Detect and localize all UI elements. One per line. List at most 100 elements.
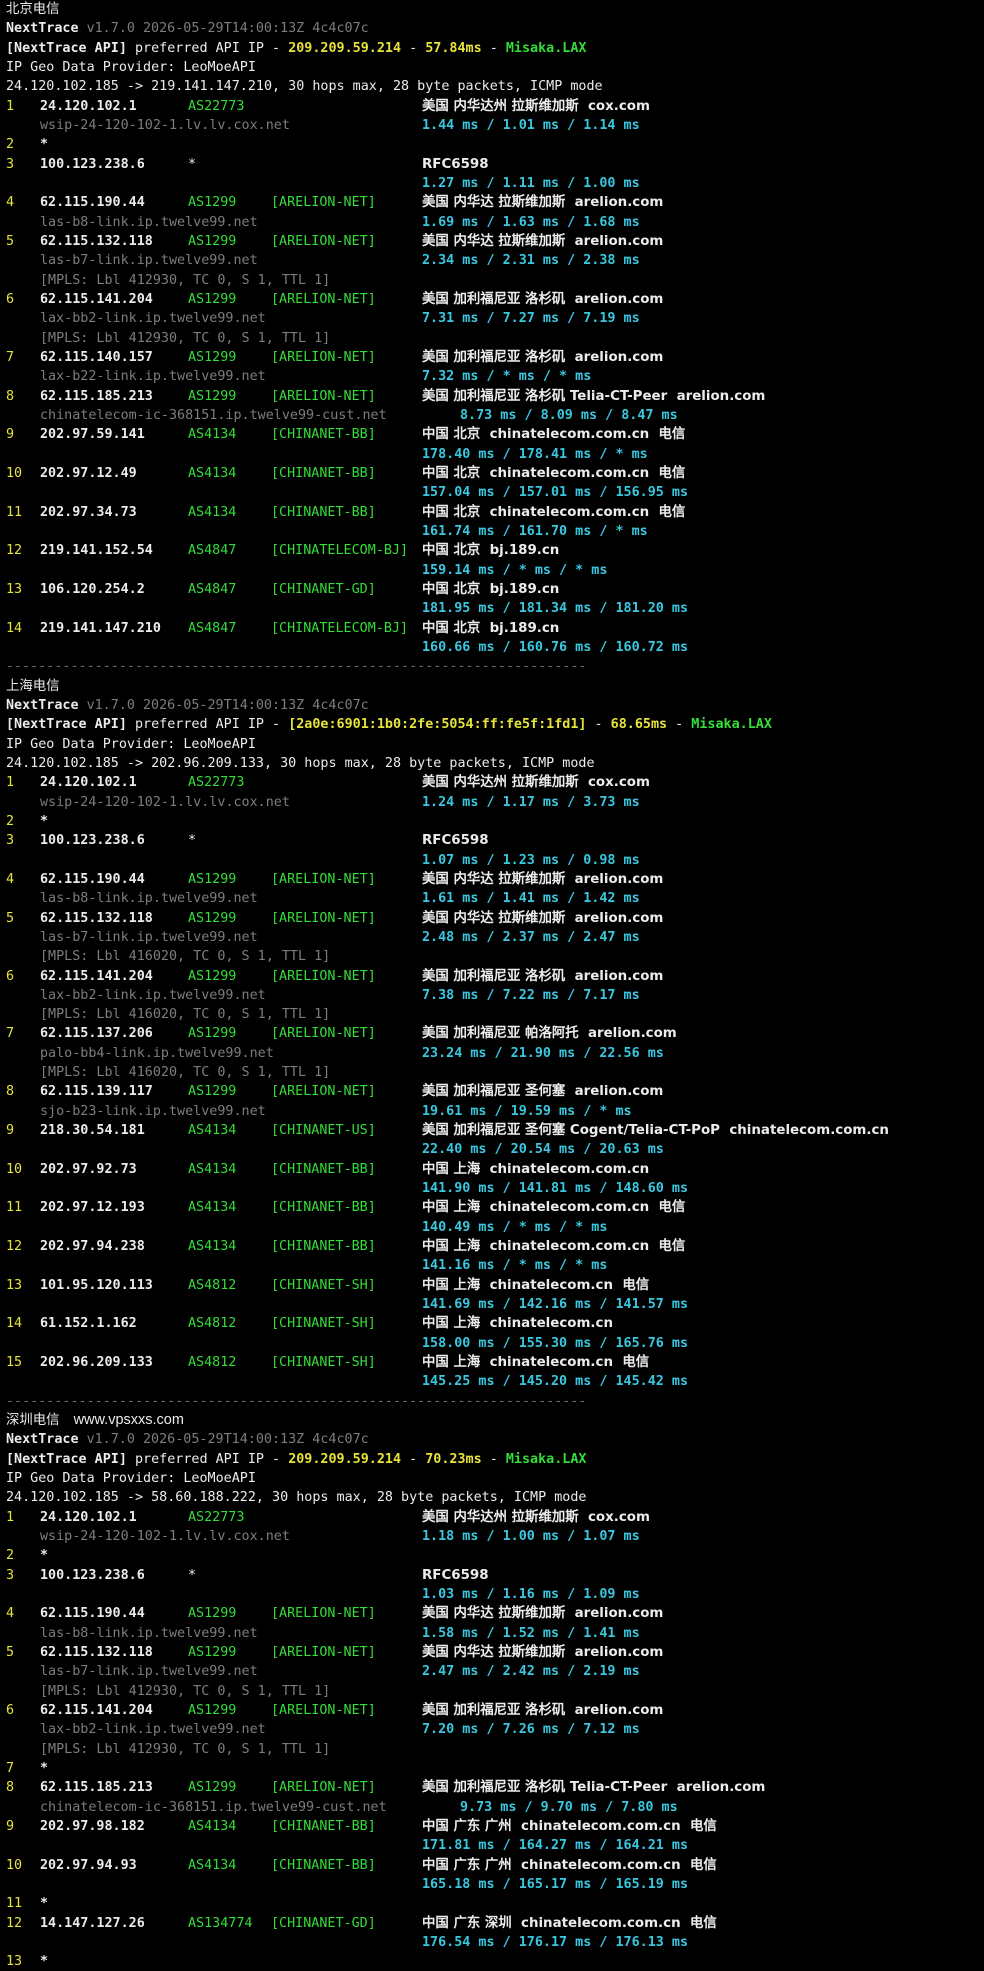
hop-ip: 202.97.59.141	[40, 427, 145, 443]
hop-asn: AS4134	[188, 465, 237, 481]
hop-geo: 中国 北京 chinatelecom.com.cn 电信	[422, 504, 686, 520]
hop-geo: 中国 北京 bj.189.cn	[422, 581, 560, 597]
hop-asn: AS1299	[188, 349, 237, 365]
hop-geo: 中国 上海 chinatelecom.com.cn	[422, 1161, 650, 1177]
hop-asn: AS4847	[188, 543, 237, 559]
hop-latency: 140.49 ms / * ms / * ms	[422, 1219, 608, 1235]
hop-number: 1	[6, 1509, 15, 1525]
hop-asn: AS1299	[188, 968, 237, 984]
hop-number: 10	[6, 1161, 23, 1177]
hop-latency: 171.81 ms / 164.27 ms / 164.21 ms	[422, 1838, 689, 1854]
api-line: [NextTrace API] preferred API IP - 209.2…	[6, 39, 587, 58]
api-label: [NextTrace API]	[6, 717, 127, 733]
hop-latency: 1.58 ms / 1.52 ms / 1.41 ms	[422, 1625, 640, 1641]
hop-domain: arelion.com	[574, 233, 664, 249]
version-info: v1.7.0 2026-05-29T14:00:13Z 4c4c07c	[86, 21, 369, 37]
hop-ip: 100.123.238.6	[40, 833, 145, 849]
hop-tag: [CHINANET-BB]	[271, 504, 376, 520]
separator: ----------------------------------------…	[6, 659, 587, 675]
hop-tag: [ARELION-NET]	[271, 388, 376, 404]
hop-geo: 中国 上海 chinatelecom.cn 电信	[422, 1355, 650, 1371]
hop-geo: 中国 上海 chinatelecom.cn	[422, 1316, 613, 1332]
api-line: [NextTrace API] preferred API IP - [2a0e…	[6, 715, 772, 734]
hop-number: 9	[6, 1819, 15, 1835]
hop-tag: [CHINANET-BB]	[271, 1819, 376, 1835]
hop-hostname: wsip-24-120-102-1.lv.lv.cox.net	[40, 117, 290, 133]
hop-number: 8	[6, 1084, 15, 1100]
hop-domain: chinatelecom.com.cn	[489, 427, 650, 443]
hop-ip: 100.123.238.6	[40, 156, 145, 172]
hop-ip: *	[40, 1896, 49, 1912]
hop-geo: 中国 北京 chinatelecom.com.cn 电信	[422, 427, 686, 443]
hop-ip: 24.120.102.1	[40, 98, 137, 114]
hop-tag: [ARELION-NET]	[271, 1780, 376, 1796]
hop-ip: *	[40, 137, 49, 153]
hop-ip: 219.141.147.210	[40, 620, 161, 636]
hop-tag: [CHINANET-BB]	[271, 1200, 376, 1216]
hop-ip: 62.115.190.44	[40, 195, 145, 211]
hop-domain: bj.189.cn	[489, 620, 560, 636]
hop-hostname: las-b8-link.ip.twelve99.net	[40, 214, 258, 230]
hop-latency: 159.14 ms / * ms / * ms	[422, 562, 608, 578]
hop-domain: chinatelecom.com.cn	[521, 1915, 681, 1931]
hop-geo: 美国 内华达州 拉斯维加斯 cox.com	[422, 1509, 650, 1525]
hop-domain: arelion.com	[574, 291, 664, 307]
hop-latency: 7.20 ms / 7.26 ms / 7.12 ms	[422, 1722, 640, 1738]
hop-mpls: [MPLS: Lbl 412930, TC 0, S 1, TTL 1]	[40, 272, 331, 288]
hop-ip: 202.97.98.182	[40, 1819, 145, 1835]
hop-latency: 23.24 ms / 21.90 ms / 22.56 ms	[422, 1045, 664, 1061]
hop-domain: chinatelecom.com.cn	[489, 465, 650, 481]
hop-number: 2	[6, 813, 15, 829]
hop-asn: AS22773	[188, 98, 245, 114]
hop-number: 14	[6, 620, 23, 636]
api-label: [NextTrace API]	[6, 40, 127, 56]
separator-line: ----------------------------------------…	[6, 1392, 586, 1411]
hop-mpls: [MPLS: Lbl 412930, TC 0, S 1, TTL 1]	[40, 1683, 331, 1699]
hop-geo: 美国 内华达 拉斯维加斯 arelion.com	[422, 233, 664, 249]
hop-number: 3	[6, 156, 15, 172]
hop-ip: 62.115.190.44	[40, 871, 145, 887]
hop-ip: 106.120.254.2	[40, 581, 145, 597]
hop-geo: 中国 上海 chinatelecom.com.cn 电信	[422, 1239, 686, 1255]
hop-hostname: las-b7-link.ip.twelve99.net	[40, 929, 258, 945]
section-title: 上海电信	[6, 677, 60, 696]
geo-label: IP Geo Data Provider:	[6, 1471, 184, 1487]
hop-domain: chinatelecom.com.cn	[489, 1239, 650, 1255]
hop-ip: 202.96.209.133	[40, 1355, 153, 1371]
hop-domain: arelion.com	[574, 1606, 664, 1622]
hop-hostname: wsip-24-120-102-1.lv.lv.cox.net	[40, 1529, 290, 1545]
hop-number: 12	[6, 1915, 23, 1931]
hop-hostname: chinatelecom-ic-368151.ip.twelve99-cust.…	[40, 1799, 387, 1815]
hop-hostname: sjo-b23-link.ip.twelve99.net	[40, 1103, 266, 1119]
hop-domain: arelion.com	[574, 195, 664, 211]
hop-geo: 美国 内华达 拉斯维加斯 arelion.com	[422, 1645, 664, 1661]
api-text: preferred API IP -	[126, 1451, 289, 1467]
hop-number: 1	[6, 775, 15, 791]
hop-geo: 中国 广东 广州 chinatelecom.com.cn 电信	[422, 1819, 717, 1835]
hop-latency: 8.73 ms / 8.09 ms / 8.47 ms	[460, 407, 678, 423]
section-label: 北京电信	[6, 2, 60, 17]
hop-geo: 美国 加利福尼亚 洛杉矶 arelion.com	[422, 968, 664, 984]
hop-geo: 中国 广东 深圳 chinatelecom.com.cn 电信	[422, 1915, 717, 1931]
version-line: NextTrace v1.7.0 2026-05-29T14:00:13Z 4c4…	[6, 696, 369, 715]
app-name: NextTrace	[6, 697, 79, 713]
hop-ip: 100.123.238.6	[40, 1567, 145, 1583]
hop-number: 10	[6, 465, 23, 481]
hop-domain: chinatelecom.cn	[489, 1277, 613, 1293]
hop-geo: 中国 广东 广州 chinatelecom.com.cn 电信	[422, 1857, 717, 1873]
hop-number: 7	[6, 1761, 15, 1777]
hop-hostname: lax-bb2-link.ip.twelve99.net	[40, 1722, 266, 1738]
hop-number: 14	[6, 1316, 23, 1332]
hop-tag: [CHINANET-SH]	[271, 1316, 376, 1332]
hop-geo: 美国 加利福尼亚 帕洛阿托 arelion.com	[422, 1026, 677, 1042]
hop-latency: 7.31 ms / 7.27 ms / 7.19 ms	[422, 311, 640, 327]
hop-asn: AS4134	[188, 1857, 237, 1873]
hop-domain: chinatelecom.com.cn	[489, 1200, 650, 1216]
api-node: Misaka.LAX	[505, 1451, 587, 1467]
hop-number: 11	[6, 504, 23, 520]
hop-number: 7	[6, 1026, 15, 1042]
hop-geo: 美国 加利福尼亚 圣何塞 arelion.com	[422, 1084, 664, 1100]
hop-domain: arelion.com	[574, 1645, 664, 1661]
hop-latency: 181.95 ms / 181.34 ms / 181.20 ms	[422, 601, 689, 617]
hop-ip: 62.115.139.117	[40, 1084, 153, 1100]
